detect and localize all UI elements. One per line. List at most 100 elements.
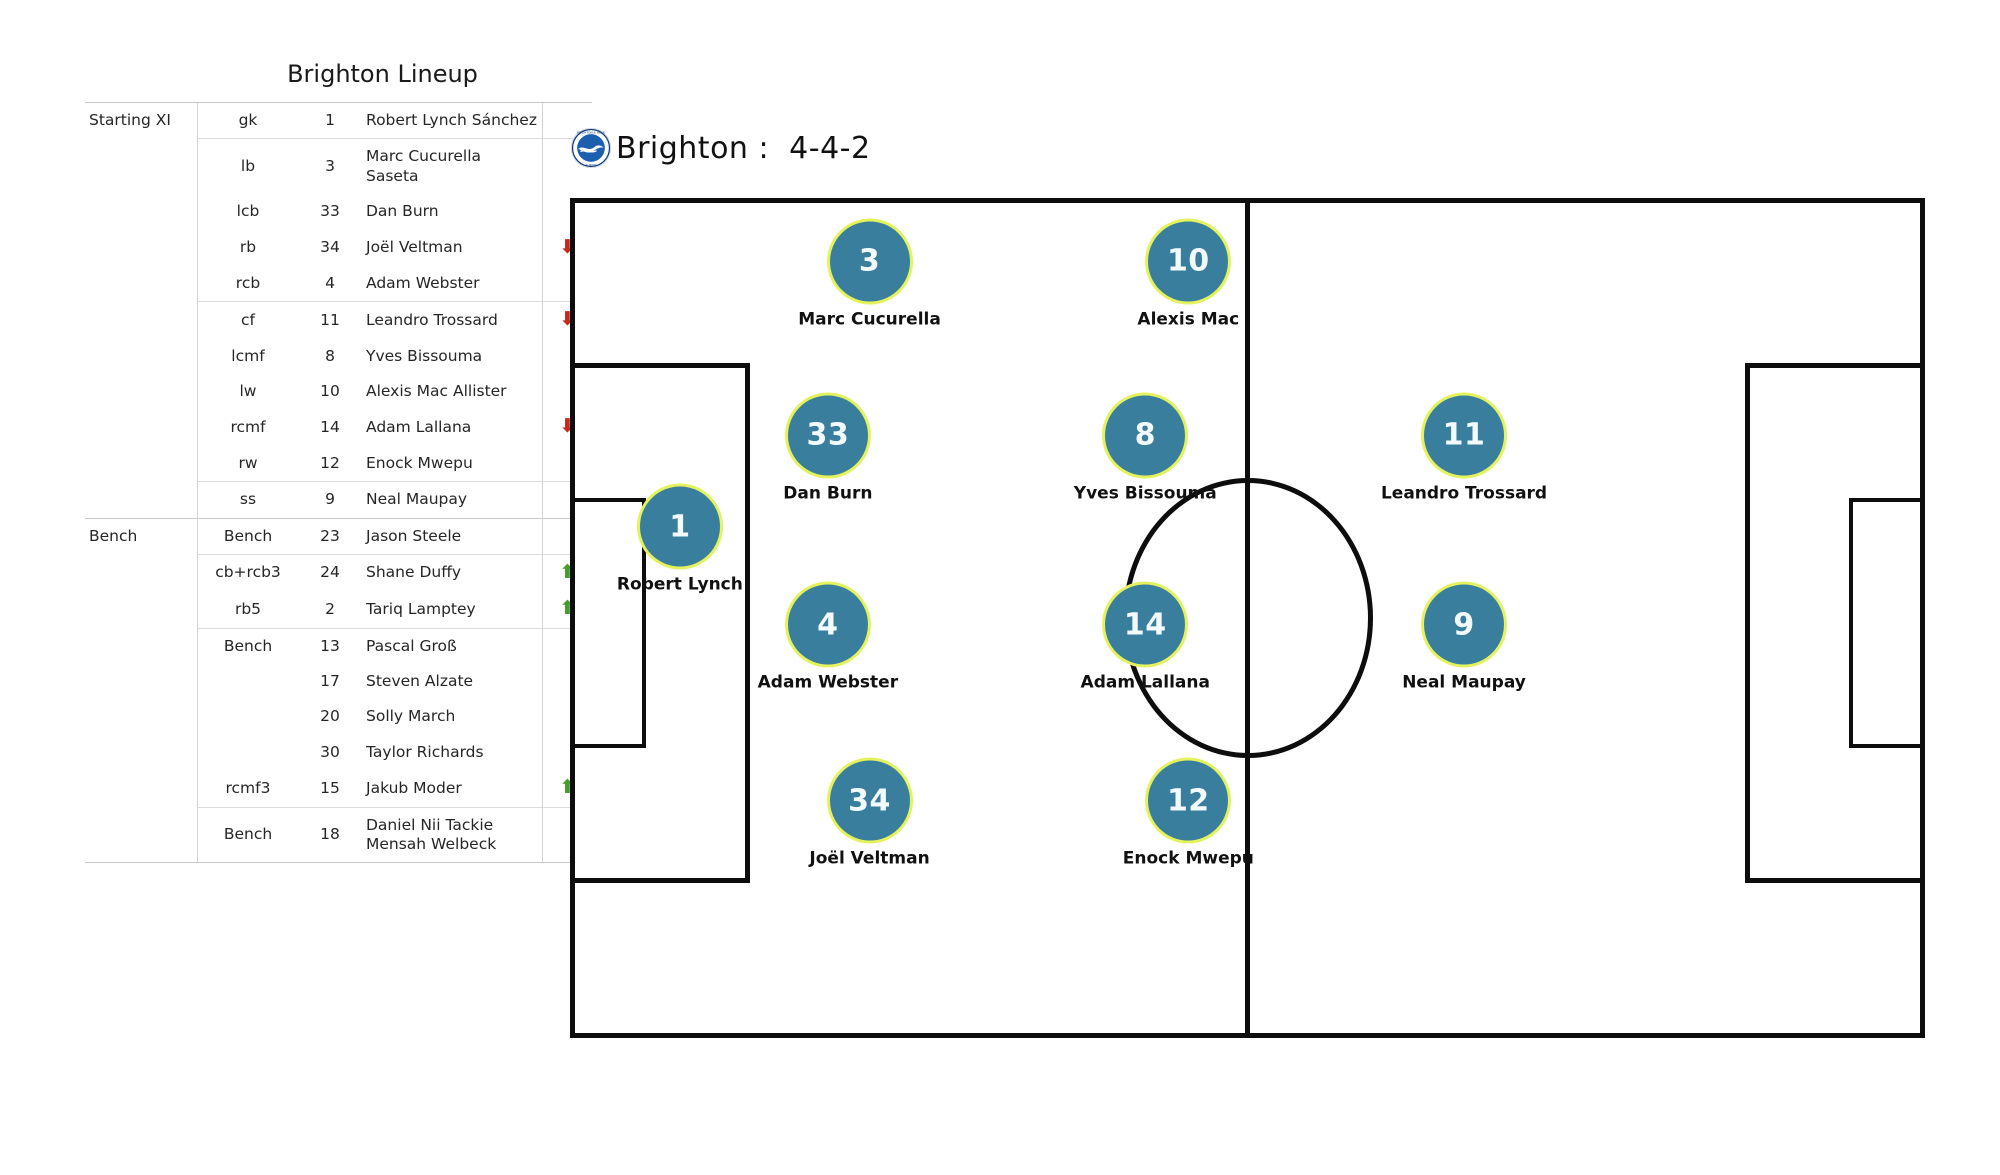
row-player-name: Neal Maupay bbox=[362, 481, 543, 518]
row-player-name: Yves Bissouma bbox=[366, 346, 483, 365]
row-shirt-number: 34 bbox=[320, 238, 340, 256]
player-marker[interactable]: 9 Neal Maupay bbox=[1354, 581, 1574, 693]
player-shirt-number: 33 bbox=[784, 392, 871, 479]
player-name-label: Marc Cucurella bbox=[798, 309, 941, 330]
row-shirt-number: 2 bbox=[325, 599, 335, 618]
table-row: rcb 4 Adam Webster bbox=[85, 265, 592, 302]
player-marker[interactable]: 8 Yves Bissouma bbox=[1035, 392, 1255, 503]
row-position bbox=[197, 699, 298, 735]
row-player-name: Marc Cucurella Saseta bbox=[362, 138, 543, 195]
row-shirt-number: 14 bbox=[320, 417, 340, 436]
table-row: lcb 33 Dan Burn bbox=[85, 194, 592, 230]
football-pitch: 1 Robert Lynch 3 Marc Cucurella 33 Dan Burn 4 A… bbox=[570, 198, 1925, 1038]
row-position: cf bbox=[197, 301, 298, 339]
pitch-panel: BRIGHTON & HOVE ALBION Brighton : 4-4-2 … bbox=[565, 120, 1965, 1080]
svg-text:BRIGHTON & HOVE: BRIGHTON & HOVE bbox=[577, 131, 605, 135]
row-group-label bbox=[85, 446, 198, 482]
table-row: rcmf 14 Adam Lallana ⬇ bbox=[85, 409, 592, 446]
row-shirt-number: 17 bbox=[320, 672, 340, 690]
table-row: Bench 18 Daniel Nii Tackie Mensah Welbeck bbox=[85, 806, 592, 864]
row-shirt-number: 1 bbox=[298, 101, 362, 139]
player-marker[interactable]: 4 Adam Webster bbox=[718, 581, 938, 693]
row-group-label bbox=[85, 735, 198, 770]
row-shirt-number: 10 bbox=[320, 382, 340, 400]
player-shirt-number: 11 bbox=[1421, 392, 1508, 479]
row-position: lcb bbox=[197, 194, 298, 230]
player-marker[interactable]: 10 Alexis Mac bbox=[1078, 218, 1298, 329]
player-marker[interactable]: 3 Marc Cucurella bbox=[760, 218, 980, 329]
table-row: cb+rcb3 24 Shane Duffy ⬆ bbox=[85, 553, 592, 592]
player-marker[interactable]: 12 Enock Mwepu bbox=[1078, 757, 1298, 869]
row-position: rcmf bbox=[197, 409, 298, 446]
row-player-name: Pascal Groß bbox=[362, 627, 543, 664]
row-position: rb5 bbox=[197, 591, 298, 629]
row-shirt-number: 12 bbox=[320, 453, 340, 472]
row-group-label bbox=[85, 194, 198, 229]
player-shirt-number: 12 bbox=[1145, 757, 1232, 844]
row-group-label bbox=[85, 139, 198, 194]
table-row: lb 3 Marc Cucurella Saseta bbox=[85, 138, 592, 195]
table-row: rw 12 Enock Mwepu bbox=[85, 445, 592, 482]
table-row: Bench 13 Pascal Groß bbox=[85, 627, 592, 664]
row-group-label bbox=[85, 409, 198, 445]
row-group-label bbox=[85, 482, 198, 518]
row-group-label bbox=[85, 266, 198, 302]
row-position: lcmf bbox=[197, 338, 298, 374]
row-position: Bench bbox=[197, 627, 298, 664]
row-shirt-number: 11 bbox=[298, 301, 362, 339]
row-player-name: Daniel Nii Tackie Mensah Welbeck bbox=[362, 806, 543, 864]
row-position: cb+rcb3 bbox=[197, 553, 298, 592]
row-position: rcb bbox=[197, 265, 298, 302]
player-name-label: Adam Lallana bbox=[1080, 672, 1210, 693]
row-shirt-number: 23 bbox=[298, 517, 362, 555]
row-group-label bbox=[85, 807, 198, 864]
player-shirt-number: 14 bbox=[1102, 581, 1189, 668]
row-player-name: Adam Lallana bbox=[366, 417, 472, 436]
row-position: rb bbox=[197, 229, 298, 266]
lineup-table: Starting XI gk 1 Robert Lynch Sánchez lb 3 Mar… bbox=[85, 101, 592, 864]
row-group-label bbox=[85, 374, 198, 409]
row-group-label bbox=[85, 554, 198, 591]
player-shirt-number: 3 bbox=[826, 218, 913, 305]
player-marker[interactable]: 34 Joël Veltman bbox=[760, 757, 980, 869]
player-marker[interactable]: 11 Leandro Trossard bbox=[1354, 392, 1574, 503]
row-group-label: Bench bbox=[85, 517, 198, 555]
table-row: ss 9 Neal Maupay bbox=[85, 481, 592, 518]
table-row: 20 Solly March bbox=[85, 699, 592, 735]
row-group-label bbox=[85, 302, 198, 339]
player-name-label: Yves Bissouma bbox=[1073, 483, 1217, 504]
row-position bbox=[197, 734, 298, 771]
player-marker[interactable]: 14 Adam Lallana bbox=[1035, 581, 1255, 693]
row-position: rw bbox=[197, 445, 298, 482]
player-shirt-number: 9 bbox=[1421, 581, 1508, 668]
player-shirt-number: 8 bbox=[1102, 392, 1189, 479]
row-shirt-number: 8 bbox=[325, 346, 335, 365]
row-shirt-number: 15 bbox=[320, 778, 340, 797]
player-shirt-number: 4 bbox=[784, 581, 871, 668]
table-row: Starting XI gk 1 Robert Lynch Sánchez bbox=[85, 101, 592, 139]
row-position: lb bbox=[197, 138, 298, 195]
player-name-label: Dan Burn bbox=[783, 483, 873, 504]
row-player-name: Leandro Trossard bbox=[362, 301, 543, 339]
row-player-name: Jason Steele bbox=[362, 517, 543, 555]
brighton-club-badge-icon: BRIGHTON & HOVE ALBION bbox=[570, 127, 612, 169]
row-group-label bbox=[85, 628, 198, 664]
row-position: Bench bbox=[197, 806, 298, 864]
row-player-name: Taylor Richards bbox=[366, 742, 484, 761]
row-shirt-number: 4 bbox=[325, 273, 335, 292]
pitch-title: Brighton : 4-4-2 bbox=[616, 130, 871, 166]
row-player-name: Enock Mwepu bbox=[366, 453, 473, 472]
row-group-label bbox=[85, 664, 198, 699]
row-group-label bbox=[85, 230, 198, 266]
row-player-name: Jakub Moder bbox=[366, 778, 462, 797]
row-shirt-number: 13 bbox=[298, 627, 362, 664]
row-group-label bbox=[85, 591, 198, 628]
player-marker[interactable]: 33 Dan Burn bbox=[718, 392, 938, 503]
table-row: 30 Taylor Richards bbox=[85, 734, 592, 771]
row-player-name: Adam Webster bbox=[366, 273, 480, 292]
player-shirt-number: 10 bbox=[1145, 218, 1232, 305]
table-row: 17 Steven Alzate bbox=[85, 664, 592, 700]
row-position bbox=[197, 664, 298, 700]
row-player-name: Shane Duffy bbox=[362, 553, 543, 592]
row-player-name: Solly March bbox=[366, 707, 456, 726]
